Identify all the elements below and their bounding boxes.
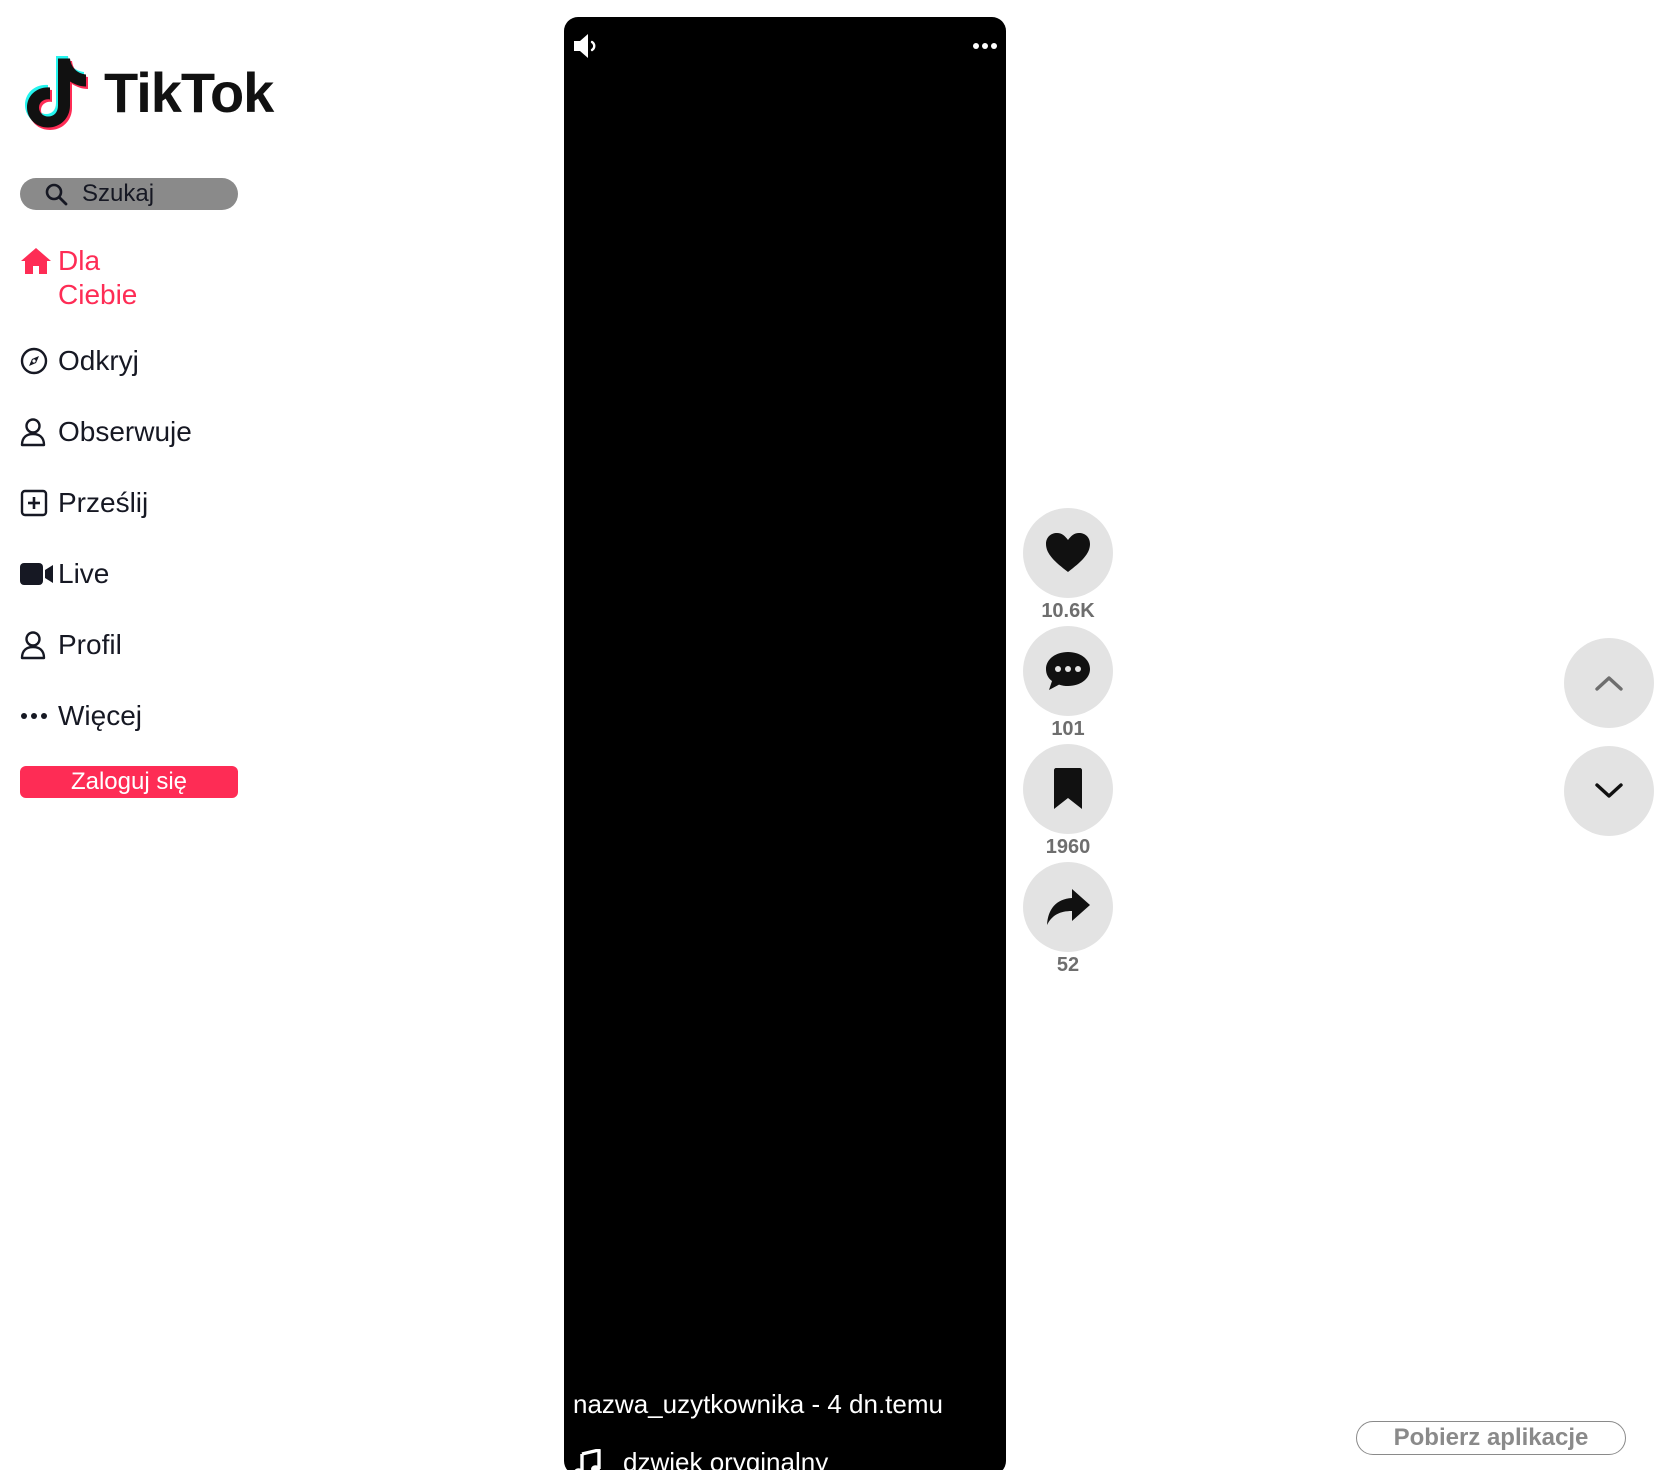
sidebar-nav: Dla Ciebie Odkryj Obserwuje Prześlij Liv… bbox=[20, 244, 280, 733]
comment-count: 101 bbox=[1051, 718, 1085, 740]
comment-action: 101 bbox=[1023, 626, 1113, 742]
sidebar-item-more[interactable]: Więcej bbox=[20, 699, 280, 733]
video-caption[interactable]: nazwa_uzytkownika - 4 dn.temu bbox=[573, 1389, 943, 1420]
speaker-icon bbox=[574, 34, 596, 58]
video-player[interactable]: nazwa_uzytkownika - 4 dn.temu dzwiek ory… bbox=[564, 17, 1006, 1470]
get-app-button[interactable]: Pobierz aplikacje bbox=[1356, 1421, 1626, 1455]
comment-icon bbox=[1046, 652, 1090, 690]
compass-icon bbox=[20, 344, 58, 378]
video-camera-icon bbox=[20, 557, 58, 591]
save-button[interactable] bbox=[1023, 744, 1113, 834]
share-count: 52 bbox=[1056, 954, 1080, 976]
comment-button[interactable] bbox=[1023, 626, 1113, 716]
save-action: 1960 bbox=[1023, 744, 1113, 860]
save-count: 1960 bbox=[1045, 836, 1091, 858]
search-label: Szukaj bbox=[82, 180, 155, 207]
share-action: 52 bbox=[1023, 862, 1113, 978]
bookmark-icon bbox=[1054, 768, 1082, 809]
sidebar-item-following[interactable]: Obserwuje bbox=[20, 415, 280, 449]
next-video-button[interactable] bbox=[1564, 746, 1654, 836]
sidebar-item-label: Więcej bbox=[58, 700, 143, 731]
sidebar-item-label: Obserwuje bbox=[58, 416, 192, 447]
home-icon bbox=[20, 244, 58, 278]
tiktok-note-icon bbox=[25, 56, 88, 130]
heart-icon bbox=[1046, 533, 1090, 572]
like-button[interactable] bbox=[1023, 508, 1113, 598]
sidebar-item-for-you[interactable]: Dla Ciebie bbox=[20, 244, 280, 312]
volume-button[interactable] bbox=[572, 31, 602, 66]
sound-row[interactable]: dzwiek oryginalny bbox=[573, 1447, 828, 1470]
more-dots-icon bbox=[973, 43, 997, 49]
previous-video-button[interactable] bbox=[1564, 638, 1654, 728]
sidebar-item-label: Live bbox=[58, 558, 110, 589]
sidebar-item-label: Prześlij bbox=[58, 487, 149, 518]
sidebar-item-label: Profil bbox=[58, 629, 122, 660]
sidebar-item-profile[interactable]: Profil bbox=[20, 628, 280, 662]
user-icon bbox=[20, 628, 58, 662]
sidebar-item-discover[interactable]: Odkryj bbox=[20, 344, 280, 378]
sidebar-item-upload[interactable]: Prześlij bbox=[20, 486, 280, 520]
logo-wordmark: TikTok bbox=[104, 60, 274, 124]
chevron-up-icon bbox=[1595, 676, 1623, 691]
like-count: 10.6K bbox=[1041, 600, 1095, 622]
sound-name: dzwiek oryginalny bbox=[623, 1447, 829, 1470]
tiktok-logo[interactable]: TikTok bbox=[20, 52, 274, 132]
search-icon bbox=[45, 183, 68, 206]
plus-square-icon bbox=[20, 486, 58, 520]
sidebar-item-live[interactable]: Live bbox=[20, 557, 280, 591]
login-button[interactable]: Zaloguj się bbox=[20, 766, 238, 798]
like-action: 10.6K bbox=[1023, 508, 1113, 624]
share-button[interactable] bbox=[1023, 862, 1113, 952]
more-options-button[interactable] bbox=[972, 37, 998, 55]
page: TikTok Szukaj Dla Ciebie Odkryj Obserwuj… bbox=[0, 0, 1672, 1470]
share-arrow-icon bbox=[1047, 889, 1090, 925]
sidebar-item-label: Dla Ciebie bbox=[58, 245, 138, 310]
chevron-down-icon bbox=[1595, 783, 1623, 798]
user-icon bbox=[20, 415, 58, 449]
video-actions: 10.6K 101 1960 52 bbox=[1023, 508, 1113, 980]
search-button[interactable]: Szukaj bbox=[20, 178, 238, 210]
sidebar-item-label: Odkryj bbox=[58, 345, 139, 376]
more-dots-icon bbox=[20, 699, 58, 733]
music-note-icon bbox=[574, 1448, 601, 1470]
